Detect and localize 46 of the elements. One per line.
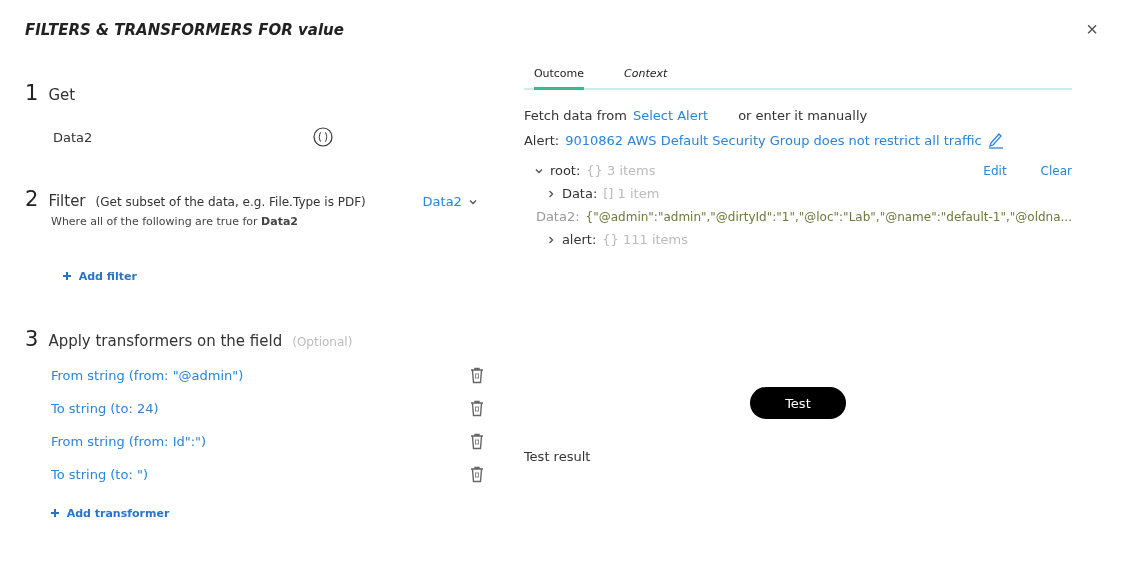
step-hint: (Optional) bbox=[292, 335, 353, 349]
transformer-link[interactable]: To string (to: ") bbox=[51, 467, 148, 482]
add-transformer-button[interactable]: Add transformer bbox=[51, 507, 170, 520]
tree-key: root: bbox=[549, 163, 581, 178]
data-selector[interactable]: Data2 bbox=[416, 193, 484, 210]
braces-icon[interactable] bbox=[313, 127, 333, 147]
tree-summary: {} 111 items bbox=[602, 232, 689, 247]
step-title: Get bbox=[48, 86, 76, 104]
close-button[interactable]: × bbox=[1082, 18, 1102, 41]
fetch-label: Fetch data from bbox=[523, 108, 627, 123]
test-button[interactable]: Test bbox=[749, 387, 846, 419]
tree-key: Data: bbox=[561, 186, 598, 201]
tab[interactable]: Context bbox=[624, 63, 668, 90]
tree-summary: [] 1 item bbox=[603, 186, 660, 201]
get-field[interactable]: Data2 bbox=[53, 127, 333, 147]
alert-label: Alert: bbox=[523, 132, 560, 148]
trash-icon[interactable] bbox=[469, 466, 484, 483]
trash-icon[interactable] bbox=[469, 367, 484, 384]
tree-key: Data2: bbox=[535, 209, 580, 224]
plus-icon bbox=[63, 272, 71, 280]
step-title: Filter bbox=[48, 192, 86, 210]
transformer-link[interactable]: To string (to: 24) bbox=[51, 401, 159, 416]
select-alert-link[interactable]: Select Alert bbox=[632, 108, 709, 123]
add-filter-button[interactable]: Add filter bbox=[63, 270, 137, 283]
step-number: 3 bbox=[25, 327, 39, 351]
tree-summary: {} 3 items bbox=[586, 163, 656, 178]
step-number: 2 bbox=[25, 187, 39, 211]
tree-action-link[interactable]: Edit bbox=[983, 163, 1007, 178]
transformer-link[interactable]: From string (from: Id":") bbox=[51, 434, 207, 449]
trash-icon[interactable] bbox=[469, 400, 484, 417]
tree-action-link[interactable]: Clear bbox=[1040, 163, 1072, 178]
tree-key: alert: bbox=[561, 232, 597, 247]
dialog-title: FILTERS & TRANSFORMERS FOR value bbox=[25, 20, 344, 39]
plus-icon bbox=[51, 509, 59, 517]
step-number: 1 bbox=[25, 81, 39, 105]
transformer-link[interactable]: From string (from: "@admin") bbox=[51, 368, 244, 383]
filter-condition: Where all of the following are true for Data2 bbox=[51, 215, 299, 228]
tab[interactable]: Outcome bbox=[533, 63, 585, 90]
manual-label: or enter it manually bbox=[738, 108, 868, 123]
tree-value: {"@admin":"admin","@dirtyId":"1","@loc":"Lab","@name":"default-1","@oldna... bbox=[585, 209, 1072, 224]
step-title: Apply transformers on the field bbox=[48, 332, 283, 350]
pencil-icon[interactable] bbox=[987, 131, 1004, 149]
alert-link[interactable]: 9010862 AWS Default Security Group does not restrict all traffic bbox=[565, 132, 982, 148]
step-hint: (Get subset of the data, e.g. File.Type is PDF) bbox=[95, 195, 366, 209]
trash-icon[interactable] bbox=[469, 433, 484, 450]
test-result-label: Test result bbox=[523, 449, 592, 464]
